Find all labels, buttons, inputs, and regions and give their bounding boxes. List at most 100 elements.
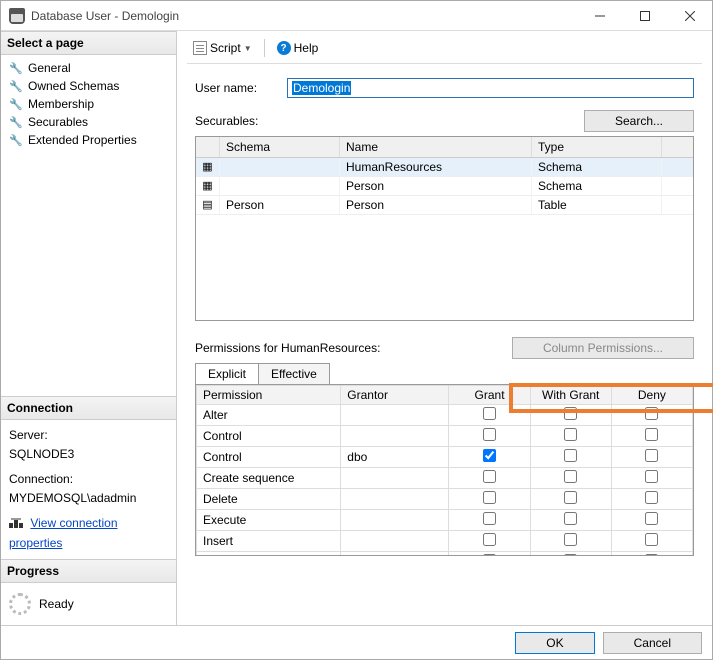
tab-explicit[interactable]: Explicit xyxy=(195,363,259,384)
help-button[interactable]: ? Help xyxy=(273,39,323,57)
securables-header-type[interactable]: Type xyxy=(532,137,662,157)
script-button[interactable]: Script ▼ xyxy=(189,39,256,57)
cell-withgrant-checkbox[interactable] xyxy=(564,533,577,546)
securables-header-icon-col xyxy=(196,137,220,157)
wrench-icon: 🔧 xyxy=(9,116,23,129)
cell-deny xyxy=(611,510,692,531)
cell-permission: Control xyxy=(197,447,341,468)
column-permissions-button[interactable]: Column Permissions... xyxy=(512,337,694,359)
permissions-grid: Permission Grantor Grant With Grant Deny… xyxy=(195,384,694,556)
cell-permission: Create sequence xyxy=(197,468,341,489)
cell-grant-checkbox[interactable] xyxy=(483,449,496,462)
cell-withgrant-checkbox[interactable] xyxy=(564,407,577,420)
nav-item-extended-properties[interactable]: 🔧 Extended Properties xyxy=(3,131,174,149)
cell-withgrant-checkbox[interactable] xyxy=(564,449,577,462)
nav-item-general[interactable]: 🔧General xyxy=(3,59,174,77)
cell-grant xyxy=(449,447,530,468)
cell-grantor xyxy=(341,489,449,510)
tab-effective[interactable]: Effective xyxy=(258,363,330,384)
perm-header-withgrant[interactable]: With Grant xyxy=(530,386,611,405)
maximize-button[interactable] xyxy=(622,1,667,31)
left-panel: Select a page 🔧General🔧Owned Schemas🔧Mem… xyxy=(1,31,177,625)
permissions-header-row: Permission Grantor Grant With Grant Deny xyxy=(197,386,693,405)
cell-grant xyxy=(449,531,530,552)
help-icon: ? xyxy=(277,41,291,55)
wrench-icon: 🔧 xyxy=(9,80,23,93)
select-page-header: Select a page xyxy=(1,31,176,55)
view-connection-properties-link[interactable]: View connection properties xyxy=(9,516,118,549)
username-input[interactable]: Demologin xyxy=(287,78,694,98)
nav-item-membership[interactable]: 🔧Membership xyxy=(3,95,174,113)
cell-deny-checkbox[interactable] xyxy=(645,449,658,462)
perm-header-permission[interactable]: Permission xyxy=(197,386,341,405)
permission-row: Alter xyxy=(197,405,693,426)
cell-deny xyxy=(611,405,692,426)
securables-header-schema[interactable]: Schema xyxy=(220,137,340,157)
permission-row: Create sequence xyxy=(197,468,693,489)
cell-deny-checkbox[interactable] xyxy=(645,470,658,483)
footer: OK Cancel xyxy=(1,625,712,660)
perm-header-deny[interactable]: Deny xyxy=(611,386,692,405)
nav-item-label: Extended Properties xyxy=(28,133,137,147)
cell-grant-checkbox[interactable] xyxy=(483,512,496,525)
securables-row[interactable]: ▦PersonSchema xyxy=(196,177,693,196)
cell-permission: Insert xyxy=(197,531,341,552)
cell-deny-checkbox[interactable] xyxy=(645,428,658,441)
nav-item-owned-schemas[interactable]: 🔧Owned Schemas xyxy=(3,77,174,95)
cell-name: HumanResources xyxy=(340,158,532,176)
search-button[interactable]: Search... xyxy=(584,110,694,132)
perm-header-grant[interactable]: Grant xyxy=(449,386,530,405)
cell-grant-checkbox[interactable] xyxy=(483,428,496,441)
nav-item-securables[interactable]: 🔧Securables xyxy=(3,113,174,131)
app-icon xyxy=(9,8,25,24)
right-panel: Script ▼ ? Help User name: Demologin Sec… xyxy=(177,31,712,625)
cell-grant xyxy=(449,468,530,489)
permission-row: Delete xyxy=(197,489,693,510)
close-button[interactable] xyxy=(667,1,712,31)
ok-button[interactable]: OK xyxy=(515,632,594,654)
cell-grant-checkbox[interactable] xyxy=(483,407,496,420)
cell-withgrant-checkbox[interactable] xyxy=(564,470,577,483)
cell-grant xyxy=(449,552,530,556)
cell-deny-checkbox[interactable] xyxy=(645,554,658,555)
titlebar: Database User - Demologin xyxy=(1,1,712,31)
cell-permission: Execute xyxy=(197,510,341,531)
permission-row: Controldbo xyxy=(197,447,693,468)
cell-grant-checkbox[interactable] xyxy=(483,554,496,555)
securables-row[interactable]: ▤PersonPersonTable xyxy=(196,196,693,215)
cell-deny-checkbox[interactable] xyxy=(645,491,658,504)
cell-withgrant-checkbox[interactable] xyxy=(564,491,577,504)
cell-withgrant-checkbox[interactable] xyxy=(564,554,577,555)
permission-row: Insert xyxy=(197,531,693,552)
cell-grant-checkbox[interactable] xyxy=(483,470,496,483)
minimize-button[interactable] xyxy=(577,1,622,31)
permissions-label: Permissions for HumanResources: xyxy=(195,341,380,355)
cell-deny xyxy=(611,489,692,510)
cell-grantor xyxy=(341,468,449,489)
cell-deny xyxy=(611,468,692,489)
conn-value: MYDEMOSQL\adadmin xyxy=(9,489,168,508)
progress-body: Ready xyxy=(1,583,176,625)
cell-grantor xyxy=(341,531,449,552)
cell-deny-checkbox[interactable] xyxy=(645,512,658,525)
cell-schema xyxy=(220,158,340,176)
cell-deny-checkbox[interactable] xyxy=(645,407,658,420)
cell-withgrant-checkbox[interactable] xyxy=(564,428,577,441)
cell-withgrant-checkbox[interactable] xyxy=(564,512,577,525)
cell-grant-checkbox[interactable] xyxy=(483,491,496,504)
cancel-button[interactable]: Cancel xyxy=(603,632,702,654)
progress-spinner-icon xyxy=(9,593,31,615)
cell-grant-checkbox[interactable] xyxy=(483,533,496,546)
perm-header-grantor[interactable]: Grantor xyxy=(341,386,449,405)
nav-item-label: General xyxy=(28,61,71,75)
window-title: Database User - Demologin xyxy=(31,9,577,23)
securables-header-name[interactable]: Name xyxy=(340,137,532,157)
securables-row[interactable]: ▦HumanResourcesSchema xyxy=(196,158,693,177)
cell-deny xyxy=(611,531,692,552)
cell-grantor xyxy=(341,405,449,426)
cell-withgrant xyxy=(530,552,611,556)
row-icon: ▦ xyxy=(196,158,220,176)
nav-item-label: Membership xyxy=(28,97,94,111)
cell-deny-checkbox[interactable] xyxy=(645,533,658,546)
wrench-icon: 🔧 xyxy=(9,134,23,147)
